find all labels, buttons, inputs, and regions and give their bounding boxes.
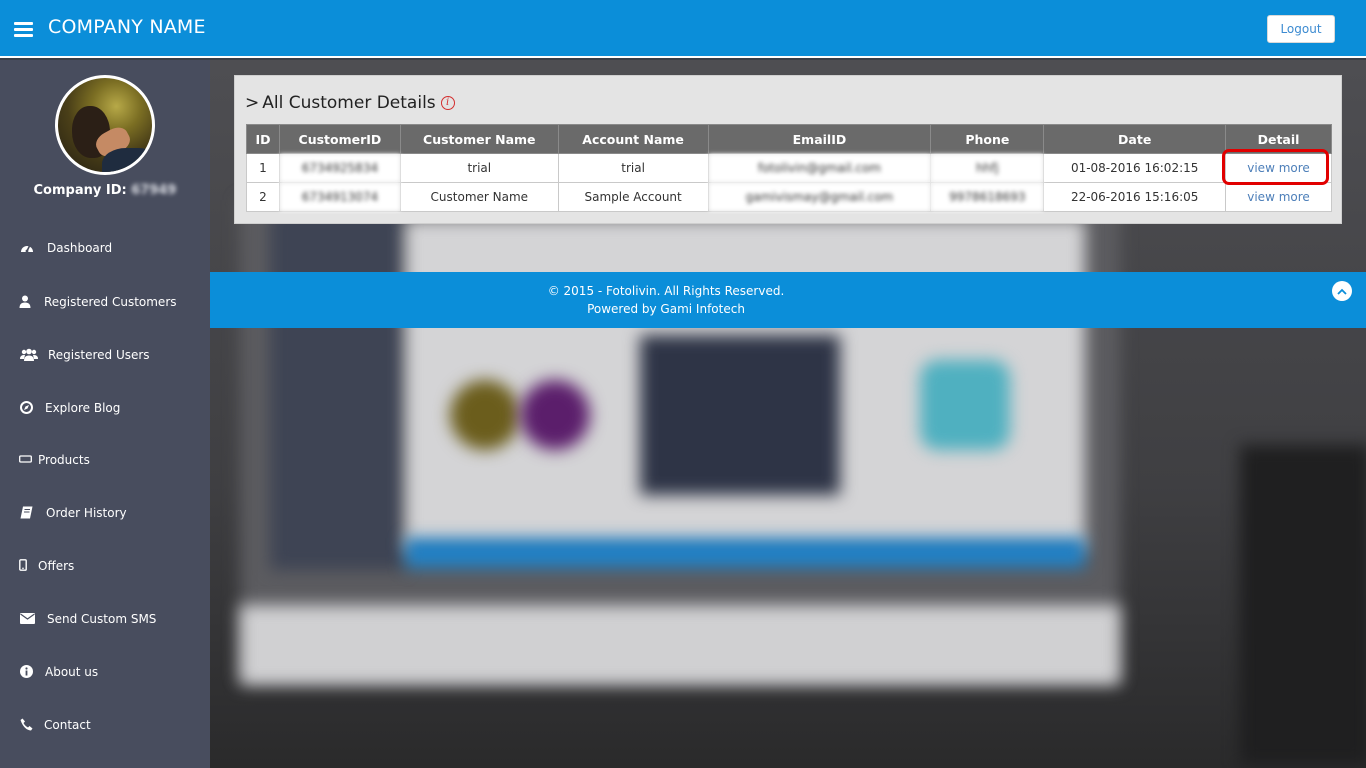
sidebar-item-about-us[interactable]: About us	[0, 657, 210, 687]
cell-customer-name: trial	[399, 153, 559, 183]
footer-powered-by: Powered by Gami Infotech	[587, 302, 745, 316]
top-header: COMPANY NAME Logout	[0, 0, 1366, 58]
view-more-link[interactable]: view more	[1247, 161, 1310, 175]
column-header-account-name: Account Name	[557, 124, 709, 154]
sidebar-item-label: Send Custom SMS	[47, 612, 157, 626]
scroll-to-top-button[interactable]	[1332, 281, 1352, 301]
cell-date: 22-06-2016 15:16:05	[1043, 182, 1227, 212]
sidebar-item-order-history[interactable]: Order History	[0, 498, 210, 528]
user-icon	[18, 294, 32, 308]
sidebar-item-label: Registered Customers	[44, 295, 177, 309]
info-icon[interactable]: i	[440, 96, 455, 110]
cell-account-name: Sample Account	[557, 182, 709, 212]
sidebar-item-dashboard[interactable]: Dashboard	[0, 233, 210, 263]
mobile-icon	[18, 558, 28, 572]
column-header-detail: Detail	[1225, 124, 1332, 154]
cell-date: 01-08-2016 16:02:15	[1043, 153, 1227, 183]
table-row: 2 6734913074 Customer Name Sample Accoun…	[246, 182, 1332, 212]
info-circle-icon	[19, 664, 33, 678]
sidebar-item-contact[interactable]: Contact	[0, 710, 210, 740]
company-id-value: 67949	[131, 183, 177, 198]
sidebar-item-label: Products	[38, 453, 90, 467]
company-id: Company ID: 67949	[0, 183, 210, 198]
chevron-right-icon: >	[245, 93, 260, 113]
column-header-date: Date	[1043, 124, 1227, 154]
column-header-id: ID	[246, 124, 280, 154]
company-brand: COMPANY NAME	[48, 16, 206, 38]
cell-account-name: trial	[557, 153, 709, 183]
rectangle-icon	[19, 452, 32, 466]
cell-customer-id: 6734925834	[278, 153, 401, 183]
sidebar-item-explore-blog[interactable]: Explore Blog	[0, 393, 210, 423]
compass-icon	[19, 400, 33, 414]
sidebar-item-label: Registered Users	[48, 348, 150, 362]
cell-phone: 9978618693	[930, 182, 1045, 212]
sidebar-item-registered-users[interactable]: Registered Users	[0, 340, 210, 370]
cell-customer-name: Customer Name	[399, 182, 559, 212]
cell-customer-id: 6734913074	[278, 182, 401, 212]
view-more-link[interactable]: view more	[1247, 190, 1310, 204]
column-header-customerid: CustomerID	[278, 124, 401, 154]
panel-title-text: All Customer Details	[262, 93, 436, 113]
menu-toggle-icon[interactable]	[14, 22, 33, 37]
dashboard-icon	[20, 240, 34, 254]
sidebar-item-label: Order History	[46, 506, 127, 520]
sidebar-item-label: Contact	[44, 718, 91, 732]
sidebar-item-label: Explore Blog	[45, 401, 121, 415]
cell-phone: hhfj	[930, 153, 1045, 183]
sidebar-item-label: Dashboard	[47, 241, 113, 255]
panel-title: > All Customer Details i	[245, 93, 455, 113]
cell-id: 1	[246, 153, 280, 183]
sidebar-item-offers[interactable]: Offers	[0, 551, 210, 581]
sidebar-item-label: Offers	[38, 559, 75, 573]
table-header-row: ID CustomerID Customer Name Account Name…	[246, 124, 1332, 154]
book-icon	[19, 505, 33, 519]
profile-avatar	[55, 75, 155, 175]
footer-copyright: © 2015 - Fotolivin. All Rights Reserved.	[547, 284, 785, 298]
table-row: 1 6734925834 trial trial fotolivin@gmail…	[246, 153, 1332, 183]
cell-email: gamivismay@gmail.com	[707, 182, 932, 212]
cell-email: fotolivin@gmail.com	[707, 153, 932, 183]
logout-button[interactable]: Logout	[1267, 15, 1335, 43]
phone-icon	[19, 717, 33, 731]
envelope-icon	[20, 611, 35, 625]
sidebar-item-label: About us	[45, 665, 99, 679]
sidebar: Company ID: 67949 Dashboard Registered C…	[0, 60, 210, 768]
customer-table: ID CustomerID Customer Name Account Name…	[246, 124, 1332, 212]
cell-detail: view more	[1225, 153, 1332, 183]
column-header-customer-name: Customer Name	[399, 124, 559, 154]
sidebar-item-send-custom-sms[interactable]: Send Custom SMS	[0, 604, 210, 634]
footer: © 2015 - Fotolivin. All Rights Reserved.…	[210, 272, 1366, 328]
cell-id: 2	[246, 182, 280, 212]
column-header-phone: Phone	[930, 124, 1045, 154]
users-icon	[20, 347, 38, 361]
company-id-label: Company ID:	[33, 183, 127, 198]
sidebar-item-registered-customers[interactable]: Registered Customers	[0, 287, 210, 317]
column-header-emailid: EmailID	[707, 124, 932, 154]
customer-details-panel: > All Customer Details i ID CustomerID C…	[234, 75, 1342, 224]
sidebar-item-products[interactable]: Products	[0, 445, 210, 475]
cell-detail: view more	[1225, 182, 1332, 212]
chevron-up-icon	[1337, 288, 1347, 295]
